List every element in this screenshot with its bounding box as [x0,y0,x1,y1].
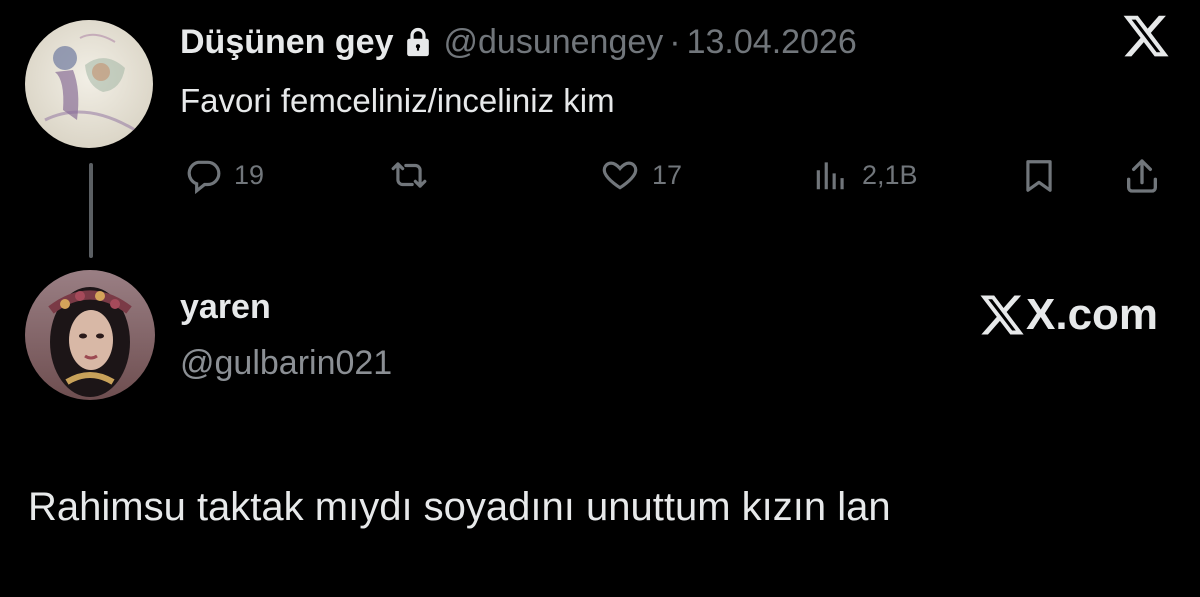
views-button[interactable]: 2,1B [812,156,918,194]
meta-separator: · [669,22,681,61]
quoted-post-text: Favori femceliniz/inceliniz kim [180,82,615,119]
repost-icon [391,162,427,188]
reply-post-text: Rahimsu taktak mıydı soyadını unuttum kı… [28,485,891,529]
views-icon [816,162,844,190]
avatar-dusunengey[interactable] [25,20,153,148]
x-com-label: X.com [1026,290,1159,339]
reply-button[interactable]: 19 [184,156,264,194]
share-button[interactable] [1122,156,1162,196]
lock-icon [405,26,431,58]
reply-count: 19 [234,159,265,190]
x-com-brand: X.com [978,290,1158,340]
bookmark-icon [1026,160,1052,192]
x-logo-icon[interactable] [1121,11,1171,61]
heart-icon [602,161,638,190]
like-button[interactable]: 17 [600,156,682,194]
reply-display-name[interactable]: yaren [180,288,271,327]
repost-button[interactable] [388,156,430,194]
views-count: 2,1B [862,159,918,190]
quoted-handle[interactable]: @dusunengey [443,23,663,62]
like-count: 17 [652,159,683,190]
reply-handle[interactable]: @gulbarin021 [180,344,392,383]
bookmark-button[interactable] [1020,156,1058,196]
quoted-date[interactable]: 13.04.2026 [687,23,857,62]
reply-icon [187,160,221,194]
share-icon [1127,159,1157,193]
quoted-display-name[interactable]: Düşünen gey [180,23,393,62]
avatar-gulbarin021[interactable] [25,270,155,400]
thread-connector-line [89,163,93,258]
